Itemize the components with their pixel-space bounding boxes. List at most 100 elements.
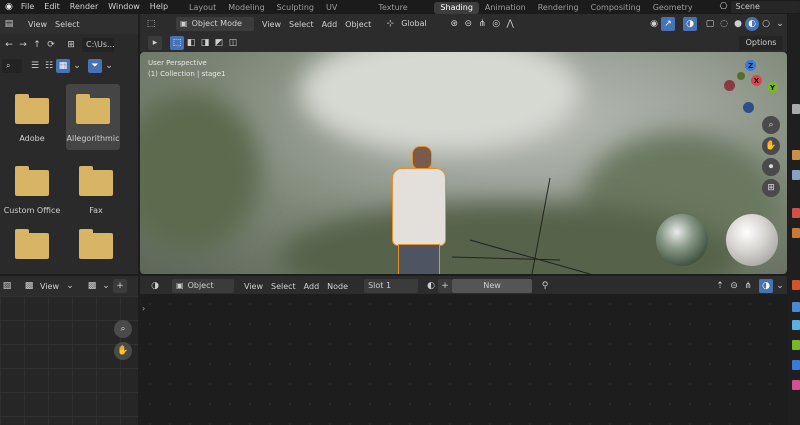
tab-modeling[interactable]: Modeling [222,2,270,14]
refresh-icon[interactable]: ⟳ [44,38,58,52]
wireframe-shading-icon[interactable]: ◌ [717,17,731,31]
new-material-button[interactable]: New [452,279,533,293]
snap-options-icon[interactable]: ⋔ [741,279,755,293]
tab-compositing[interactable]: Compositing [585,2,647,14]
node-menu-add[interactable]: Add [300,282,324,291]
properties-tab-icon[interactable] [792,150,800,160]
navigation-gizmo[interactable]: Z X Y [720,60,780,120]
transform-orientation-icon[interactable]: ⊹ [383,17,397,31]
folder-item[interactable]: Adobe [2,88,62,150]
perspective-grid-icon[interactable]: ⊞ [762,179,780,197]
chevron-down-icon[interactable]: ⌄ [99,279,113,293]
select-intersect-icon[interactable]: ◫ [226,36,240,50]
tab-animation[interactable]: Animation [479,2,532,14]
tab-layout[interactable]: Layout [183,2,222,14]
path-field[interactable]: C:\Us... [82,38,114,52]
visibility-icon[interactable]: ◉ [647,17,661,31]
tab-geometry-nodes[interactable]: Geometry Noc [647,2,715,24]
node-menu-view[interactable]: View [240,282,267,291]
properties-tab-icon[interactable] [792,320,800,330]
solid-shading-icon[interactable]: ● [731,17,745,31]
slot-selector[interactable]: Slot 1 [364,279,419,293]
folder-item[interactable]: Custom Office [2,164,62,215]
overlay-toggle-icon[interactable]: ◑ [683,17,697,31]
mode-selector[interactable]: ▣ Object Mode [176,17,254,31]
properties-tab-icon[interactable] [792,208,800,218]
node-menu-node[interactable]: Node [323,282,352,291]
properties-tab-icon[interactable] [792,104,800,114]
axis-neg-z-ball[interactable] [743,102,754,113]
viewport-menu-view[interactable]: View [258,20,285,29]
back-arrow-icon[interactable]: ← [2,38,16,52]
properties-tab-icon[interactable] [792,340,800,350]
blender-logo-icon[interactable]: ◉ [2,0,16,14]
tab-sculpting[interactable]: Sculpting [271,2,320,14]
pan-hand-icon[interactable]: ✋ [114,342,132,360]
search-input[interactable]: ⌕ [2,59,22,73]
viewport-menu-select[interactable]: Select [285,20,318,29]
tab-shading[interactable]: Shading [434,1,479,14]
selected-character-model[interactable] [380,146,446,274]
properties-tab-icon[interactable] [792,280,800,290]
chevron-down-icon[interactable]: ⌄ [102,59,116,73]
list-view-icon[interactable]: ☰ [28,59,42,73]
chevron-down-icon[interactable]: ⌄ [70,59,84,73]
node-menu-select[interactable]: Select [267,282,300,291]
properties-tab-icon[interactable] [792,170,800,180]
image-icon[interactable]: ▩ [22,279,36,293]
material-icon[interactable]: ◐ [424,279,438,293]
properties-tab-icon[interactable] [792,360,800,370]
axis-x-ball[interactable]: X [751,75,762,86]
shader-type-selector[interactable]: ▣ Object [172,279,234,293]
proportional-edit-icon[interactable]: ◎ [489,17,503,31]
parent-directory-icon[interactable]: ↑ [30,38,44,52]
add-icon[interactable]: + [438,279,453,293]
select-invert-icon[interactable]: ◩ [212,36,226,50]
chevron-down-icon[interactable]: ⌄ [773,279,787,293]
overlay-toggle-icon[interactable]: ◑ [759,279,773,293]
editor-type-icon[interactable]: ▨ [0,279,14,293]
xray-icon[interactable]: ▢ [703,17,717,31]
snap-icon[interactable]: ⊝ [727,279,741,293]
viewport-menu-add[interactable]: Add [318,20,342,29]
node-editor-canvas[interactable]: › [140,294,787,425]
editor-type-icon[interactable]: ▤ [2,17,16,31]
file-menu-select[interactable]: Select [51,20,84,29]
material-shading-icon[interactable]: ◐ [745,17,759,31]
toolbar-toggle-icon[interactable]: ▸ [148,36,162,50]
menu-render[interactable]: Render [65,0,103,14]
tab-uv-editing[interactable]: UV Editing [320,2,372,24]
menu-window[interactable]: Window [103,0,145,14]
pin-icon[interactable]: ⚲ [538,279,552,293]
folder-item[interactable]: Fax [66,164,126,215]
properties-tab-icon[interactable] [792,380,800,390]
columns-view-icon[interactable]: ☷ [42,59,56,73]
options-button[interactable]: Options [739,36,783,50]
file-menu-view[interactable]: View [24,20,51,29]
scene-selector[interactable]: Scene [730,1,800,13]
editor-type-icon[interactable]: ◑ [148,279,162,293]
menu-edit[interactable]: Edit [39,0,65,14]
folder-item-selected[interactable]: Allegorithmic [66,84,120,150]
chevron-down-icon[interactable]: ⌄ [63,279,77,293]
image-editor-canvas[interactable]: ⌕ ✋ [0,296,138,425]
orientation-selector[interactable]: Global [397,17,444,31]
shading-options-icon[interactable]: ⌄ [773,17,787,31]
snap-icon[interactable]: ⊝ [461,17,475,31]
camera-icon[interactable]: ⏺ [762,158,780,176]
axis-neg-y-ball[interactable] [737,72,745,80]
select-subtract-icon[interactable]: ◨ [198,36,212,50]
properties-tab-icon[interactable] [792,228,800,238]
menu-file[interactable]: File [16,0,39,14]
sidebar-toggle-icon[interactable]: › [142,304,145,313]
filter-icon[interactable]: ⏷ [88,59,102,73]
axis-z-ball[interactable]: Z [745,60,756,71]
pivot-icon[interactable]: ⊛ [447,17,461,31]
rendered-shading-icon[interactable]: ○ [759,17,773,31]
editor-type-icon[interactable]: ⬚ [144,17,158,31]
axis-neg-x-ball[interactable] [724,80,735,91]
folder-item[interactable] [66,229,126,259]
snap-target-icon[interactable]: ⋔ [475,17,489,31]
zoom-icon[interactable]: ⌕ [762,116,780,134]
scene-icon[interactable]: ⎔ [717,0,731,14]
